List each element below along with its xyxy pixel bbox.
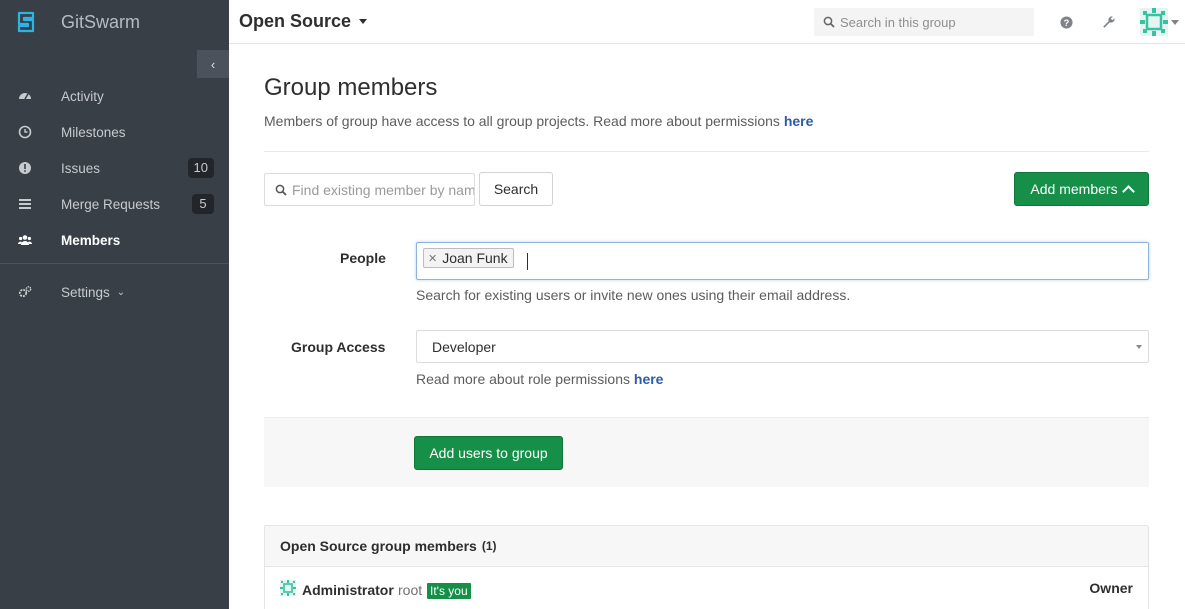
- access-help-label: Read more about role permissions: [416, 371, 634, 387]
- members-panel-header: Open Source group members (1): [265, 526, 1148, 567]
- chevron-left-icon: ‹: [210, 56, 216, 72]
- group-access-value: Developer: [432, 338, 496, 355]
- search-icon: [275, 184, 287, 196]
- find-member-input[interactable]: Find existing member by name: [264, 173, 475, 206]
- wrench-icon[interactable]: [1100, 13, 1118, 31]
- search-icon: [823, 16, 835, 28]
- list-icon: [18, 197, 32, 211]
- group-search-input[interactable]: Search in this group: [814, 8, 1034, 36]
- brand[interactable]: GitSwarm: [0, 0, 229, 44]
- find-member-placeholder: Find existing member by name: [292, 181, 475, 198]
- people-select-input[interactable]: ✕ Joan Funk: [416, 242, 1149, 280]
- caret-down-icon: [359, 19, 368, 24]
- clock-icon: [18, 125, 32, 139]
- sidebar-nav: Activity Milestones Issues 10 Merge Requ…: [0, 78, 229, 310]
- help-icon[interactable]: ?: [1057, 13, 1075, 31]
- member-username: root: [398, 582, 423, 598]
- member-role: Owner: [1089, 580, 1133, 596]
- sidebar-item-milestones[interactable]: Milestones: [0, 114, 229, 150]
- gitswarm-logo-icon: [17, 11, 35, 33]
- members-count: (1): [481, 539, 497, 553]
- its-you-badge: It's you: [427, 583, 471, 599]
- group-title: Open Source: [239, 11, 352, 31]
- caret-down-icon[interactable]: [1171, 20, 1179, 25]
- dashboard-icon: [18, 89, 32, 103]
- search-placeholder: Search in this group: [840, 14, 956, 30]
- description-text: Members of group have access to all grou…: [264, 113, 784, 129]
- chevron-down-icon: ⌄: [116, 286, 126, 298]
- user-avatar[interactable]: [1140, 8, 1168, 36]
- group-access-select[interactable]: Developer: [416, 330, 1149, 363]
- sidebar-item-label: Settings: [61, 284, 110, 300]
- dropdown-arrow-icon: [1136, 345, 1142, 349]
- members-panel: Open Source group members (1) Administra…: [264, 525, 1149, 609]
- chevron-up-icon: [1121, 185, 1135, 198]
- people-help-text: Search for existing users or invite new …: [416, 287, 851, 303]
- brand-name: GitSwarm: [61, 11, 141, 32]
- sidebar: GitSwarm ‹ Activity Milestones Issues 10: [0, 0, 229, 609]
- gears-icon: [18, 285, 32, 299]
- add-members-label: Add members: [1030, 181, 1118, 197]
- add-users-to-group-button[interactable]: Add users to group: [414, 436, 563, 470]
- identicon-icon: [1140, 8, 1168, 36]
- member-name[interactable]: Administrator: [302, 582, 394, 598]
- add-members-button[interactable]: Add members: [1014, 172, 1149, 206]
- selected-user-token[interactable]: ✕ Joan Funk: [423, 248, 514, 268]
- sidebar-item-merge-requests[interactable]: Merge Requests 5: [0, 186, 229, 222]
- sidebar-item-label: Merge Requests: [61, 196, 161, 212]
- member-avatar-icon: [280, 580, 296, 596]
- sidebar-item-settings[interactable]: Settings ⌄: [0, 274, 229, 310]
- search-button[interactable]: Search: [479, 172, 553, 206]
- member-row: Administrator root It's you Owner: [265, 567, 1148, 609]
- sidebar-divider: [0, 263, 229, 264]
- sidebar-item-label: Members: [61, 232, 121, 248]
- top-header: Open Source Search in this group ?: [229, 0, 1185, 44]
- issues-count-badge: 10: [187, 158, 214, 178]
- exclamation-circle-icon: [18, 161, 32, 175]
- sidebar-item-label: Activity: [61, 88, 104, 104]
- merge-requests-count-badge: 5: [192, 194, 214, 214]
- remove-token-icon[interactable]: ✕: [428, 252, 437, 265]
- svg-text:?: ?: [1063, 17, 1069, 27]
- sidebar-item-issues[interactable]: Issues 10: [0, 150, 229, 186]
- group-title-dropdown[interactable]: Open Source: [239, 11, 368, 32]
- text-cursor: [527, 253, 528, 270]
- sidebar-item-label: Issues: [61, 160, 101, 176]
- group-access-label: Group Access: [291, 339, 386, 355]
- role-permissions-link[interactable]: here: [634, 371, 664, 387]
- sidebar-item-members[interactable]: Members: [0, 222, 229, 258]
- access-help-text: Read more about role permissions here: [416, 371, 663, 387]
- users-icon: [18, 233, 32, 247]
- permissions-link[interactable]: here: [784, 113, 814, 129]
- page-title: Group members: [264, 74, 438, 101]
- members-panel-title: Open Source group members: [280, 538, 477, 554]
- people-label: People: [340, 250, 386, 266]
- divider: [264, 151, 1149, 152]
- page-description: Members of group have access to all grou…: [264, 113, 813, 129]
- form-actions: Add users to group: [264, 417, 1149, 487]
- sidebar-collapse-button[interactable]: ‹: [197, 50, 229, 78]
- sidebar-item-label: Milestones: [61, 124, 126, 140]
- token-label: Joan Funk: [442, 250, 508, 266]
- sidebar-item-activity[interactable]: Activity: [0, 78, 229, 114]
